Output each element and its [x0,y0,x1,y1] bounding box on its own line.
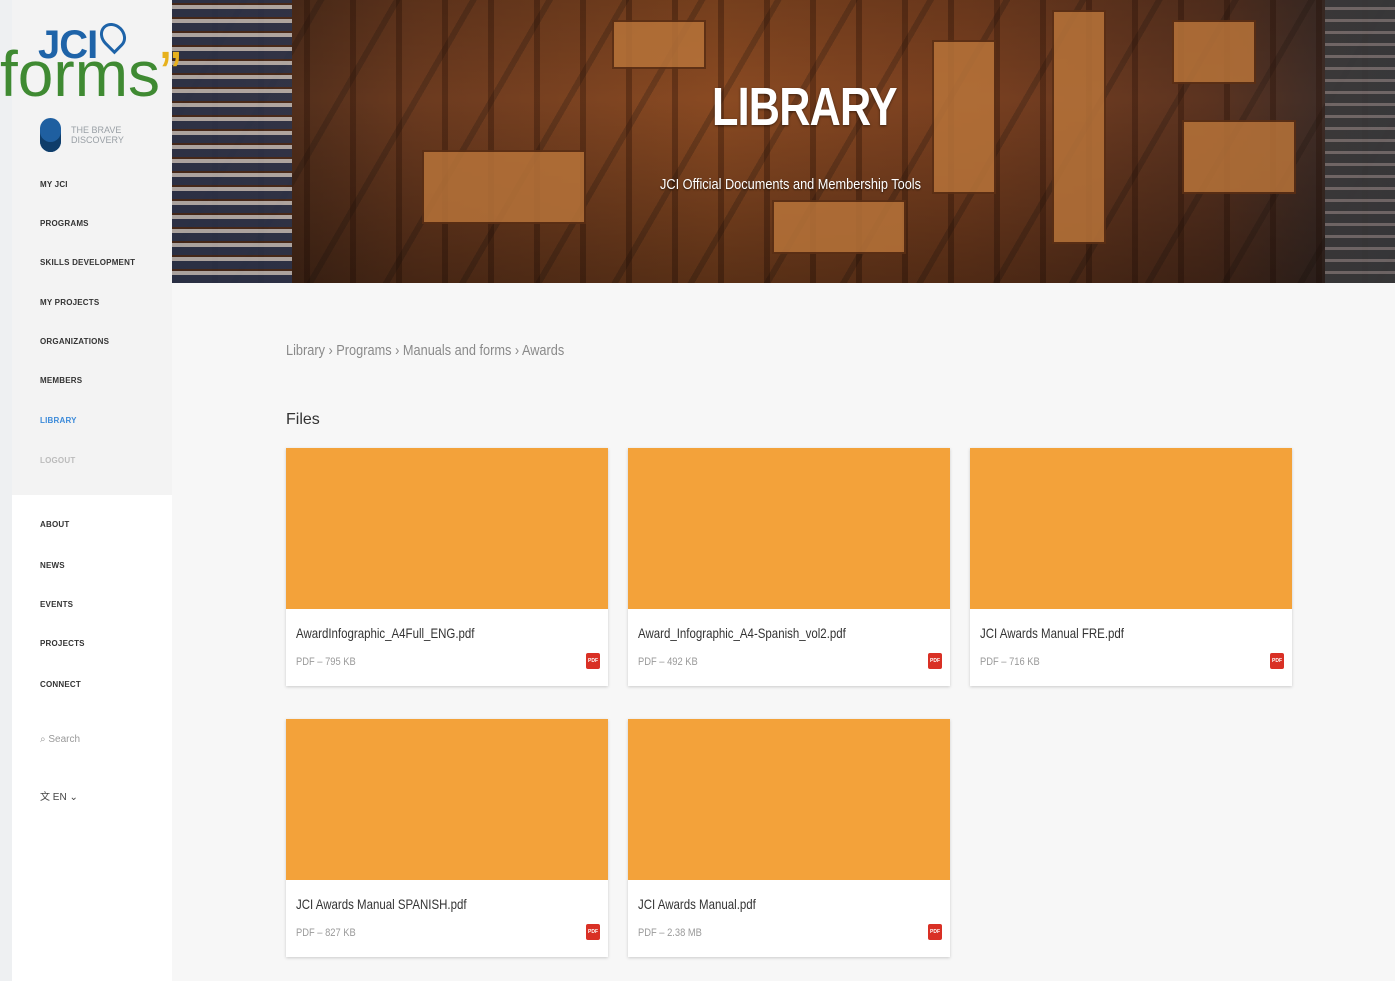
sidebar-search[interactable]: ⌕ Search [40,734,80,745]
sidebar: JCI THE BRAVE DISCOVERY MY JCI PROGRAMS … [12,0,172,981]
reading-table [612,20,706,69]
sidebar-item-my-jci[interactable]: MY JCI [40,180,68,189]
library-hero-banner: LIBRARY JCI Official Documents and Membe… [172,0,1395,283]
reading-table [772,200,906,254]
file-name[interactable]: JCI Awards Manual SPANISH.pdf [296,896,467,912]
sidebar-item-library[interactable]: LIBRARY [40,416,77,425]
bookshelf-left [172,0,292,283]
file-thumbnail[interactable] [628,448,950,609]
pdf-icon[interactable]: PDF [928,924,942,940]
file-thumbnail[interactable] [970,448,1292,609]
file-name[interactable]: JCI Awards Manual.pdf [638,896,756,912]
sidebar-item-projects[interactable]: PROJECTS [40,639,85,648]
language-selector[interactable]: 文 EN ⌄ [40,788,78,803]
sidebar-item-connect[interactable]: CONNECT [40,680,81,689]
file-meta: PDF – 2.38 MB [638,927,702,939]
page-subtitle: JCI Official Documents and Membership To… [660,176,922,193]
file-card[interactable]: JCI Awards Manual.pdf PDF – 2.38 MB PDF [628,719,950,957]
file-card[interactable]: AwardInfographic_A4Full_ENG.pdf PDF – 79… [286,448,608,686]
sidebar-item-programs[interactable]: PROGRAMS [40,219,89,228]
reading-table [1182,120,1296,194]
file-name[interactable]: AwardInfographic_A4Full_ENG.pdf [296,625,474,641]
file-card[interactable]: JCI Awards Manual FRE.pdf PDF – 716 KB P… [970,448,1292,686]
page-title: LIBRARY [712,77,898,137]
user-profile[interactable]: THE BRAVE DISCOVERY [40,118,172,152]
file-name[interactable]: Award_Infographic_A4-Spanish_vol2.pdf [638,625,846,641]
sidebar-item-organizations[interactable]: ORGANIZATIONS [40,337,109,346]
bookshelf-right [1325,0,1395,283]
file-thumbnail[interactable] [286,448,608,609]
sidebar-item-events[interactable]: EVENTS [40,600,73,609]
overlay-word: forms” [0,38,182,110]
pdf-icon[interactable]: PDF [928,653,942,669]
sidebar-item-members[interactable]: MEMBERS [40,376,82,385]
file-card[interactable]: JCI Awards Manual SPANISH.pdf PDF – 827 … [286,719,608,957]
file-name[interactable]: JCI Awards Manual FRE.pdf [980,625,1124,641]
breadcrumb[interactable]: Library › Programs › Manuals and forms ›… [286,342,564,359]
pdf-icon[interactable]: PDF [586,924,600,940]
pdf-icon[interactable]: PDF [1270,653,1284,669]
file-meta: PDF – 716 KB [980,656,1040,668]
sidebar-item-my-projects[interactable]: MY PROJECTS [40,298,99,307]
file-meta: PDF – 492 KB [638,656,698,668]
reading-table [422,150,586,224]
user-name: THE BRAVE DISCOVERY [71,125,124,145]
section-title-files: Files [286,411,320,428]
avatar [40,118,62,152]
sidebar-item-about[interactable]: ABOUT [40,520,69,529]
sidebar-item-logout[interactable]: LOGOUT [40,456,75,465]
left-edge-strip [0,0,12,981]
file-thumbnail[interactable] [628,719,950,880]
file-thumbnail[interactable] [286,719,608,880]
pdf-icon[interactable]: PDF [586,653,600,669]
file-meta: PDF – 827 KB [296,927,356,939]
sidebar-item-news[interactable]: NEWS [40,561,65,570]
reading-table [1052,10,1106,244]
file-card[interactable]: Award_Infographic_A4-Spanish_vol2.pdf PD… [628,448,950,686]
sidebar-item-skills-development[interactable]: SKILLS DEVELOPMENT [40,258,135,267]
search-icon: ⌕ [40,734,46,745]
file-meta: PDF – 795 KB [296,656,356,668]
reading-table [1172,20,1256,84]
reading-table [932,40,996,194]
